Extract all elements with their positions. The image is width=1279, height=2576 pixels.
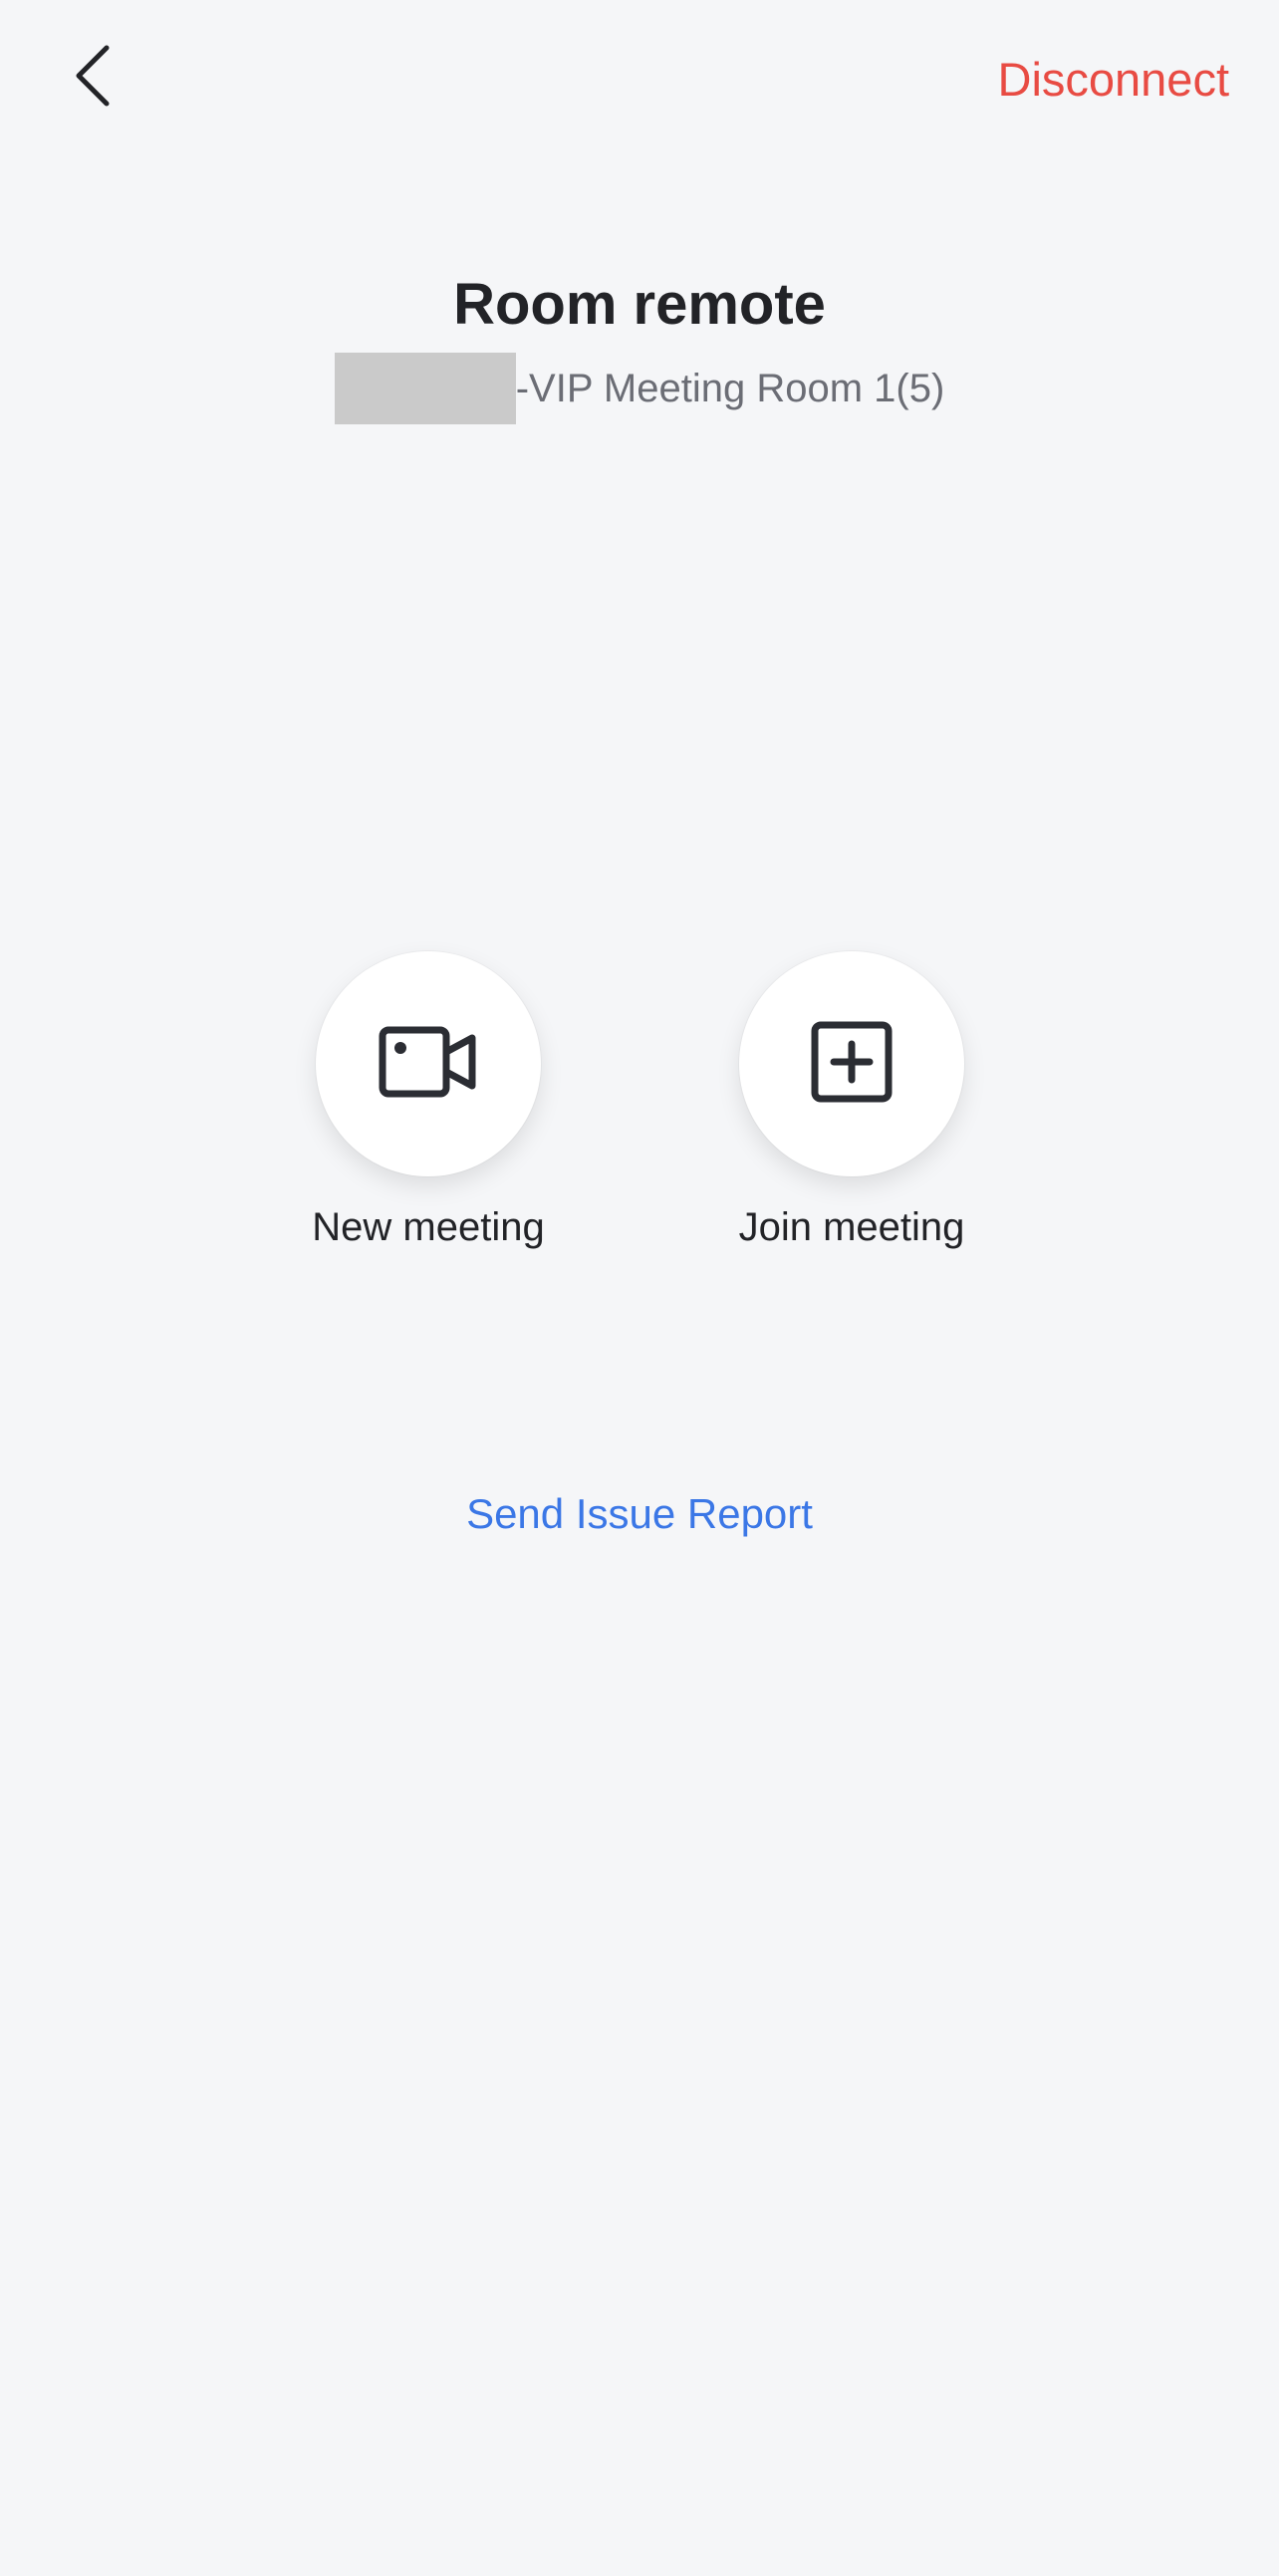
- page-title: Room remote: [453, 272, 826, 337]
- disconnect-button[interactable]: Disconnect: [998, 46, 1230, 114]
- back-button[interactable]: [58, 38, 128, 118]
- join-meeting-circle[interactable]: [739, 951, 964, 1176]
- new-meeting-circle[interactable]: [316, 951, 541, 1176]
- new-meeting-label: New meeting: [312, 1205, 545, 1249]
- room-remote-screen: Disconnect Room remote -VIP Meeting Room…: [0, 0, 1279, 2576]
- join-meeting-button[interactable]: Join meeting: [672, 951, 1031, 1254]
- plus-square-icon: [810, 1020, 894, 1109]
- chevron-left-icon: [71, 42, 115, 115]
- join-meeting-label: Join meeting: [738, 1205, 965, 1249]
- video-camera-icon: [379, 1024, 478, 1105]
- room-name: -VIP Meeting Room 1(5): [0, 353, 1279, 424]
- send-issue-report-link[interactable]: Send Issue Report: [0, 1484, 1279, 1544]
- new-meeting-button[interactable]: New meeting: [249, 951, 608, 1254]
- redacted-room-prefix: [334, 353, 516, 424]
- room-name-suffix: -VIP Meeting Room 1(5): [515, 367, 945, 410]
